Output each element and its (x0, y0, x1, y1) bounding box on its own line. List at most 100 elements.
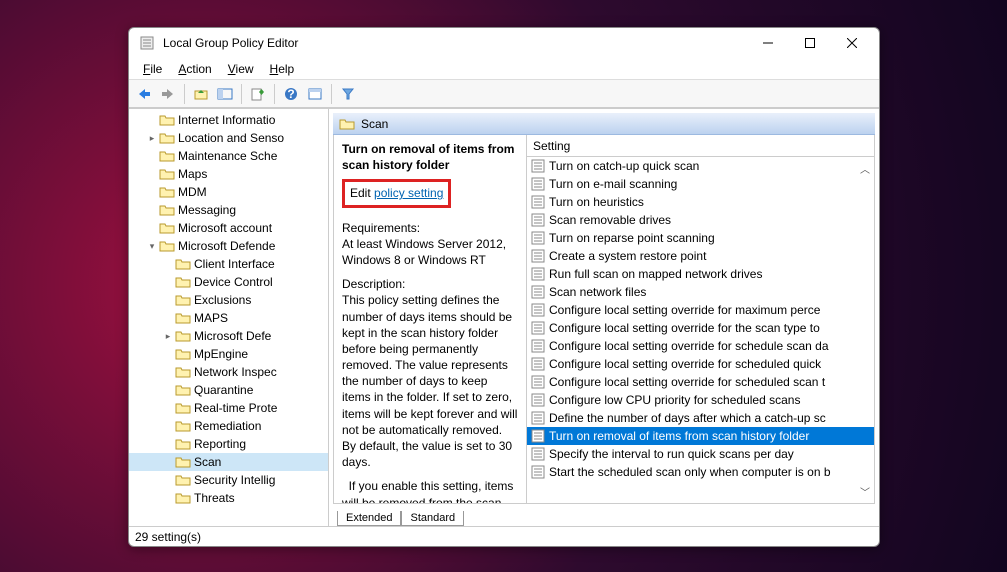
tree-node[interactable]: Quarantine (129, 381, 328, 399)
toolbar: ? (129, 80, 879, 108)
tree-node[interactable]: ▾Microsoft Defende (129, 237, 328, 255)
folder-icon (175, 437, 191, 451)
setting-row[interactable]: Configure local setting override for sch… (527, 373, 874, 391)
setting-label: Turn on reparse point scanning (549, 231, 715, 245)
maximize-button[interactable] (789, 28, 831, 58)
tree-node[interactable]: Client Interface (129, 255, 328, 273)
menubar: File Action View Help (129, 58, 879, 80)
setting-row[interactable]: Configure local setting override for sch… (527, 355, 874, 373)
forward-button[interactable] (157, 83, 179, 105)
tree-node[interactable]: Network Inspec (129, 363, 328, 381)
tree-node[interactable]: Messaging (129, 201, 328, 219)
svg-text:?: ? (287, 87, 294, 101)
setting-row[interactable]: Run full scan on mapped network drives (527, 265, 874, 283)
setting-row[interactable]: Turn on removal of items from scan histo… (527, 427, 874, 445)
show-hide-tree-button[interactable] (214, 83, 236, 105)
setting-row[interactable]: Scan network files (527, 283, 874, 301)
view-tabs: Extended Standard (333, 504, 875, 526)
tree-node[interactable]: ▸ Location and Senso (129, 129, 328, 147)
expand-icon[interactable]: ▸ (161, 331, 175, 342)
folder-icon (175, 329, 191, 343)
tree-node[interactable]: MAPS (129, 309, 328, 327)
expand-icon[interactable]: ▸ (145, 133, 159, 144)
tab-standard[interactable]: Standard (401, 511, 464, 526)
folder-icon (175, 419, 191, 433)
setting-row[interactable]: Specify the interval to run quick scans … (527, 445, 874, 463)
setting-label: Turn on catch-up quick scan (549, 159, 699, 173)
setting-row[interactable]: Configure local setting override for max… (527, 301, 874, 319)
setting-row[interactable]: Configure local setting override for sch… (527, 337, 874, 355)
setting-row[interactable]: Define the number of days after which a … (527, 409, 874, 427)
setting-row[interactable]: Start the scheduled scan only when compu… (527, 463, 874, 481)
setting-label: Specify the interval to run quick scans … (549, 447, 794, 461)
tree-node[interactable]: Internet Informatio (129, 111, 328, 129)
tree-node[interactable]: Reporting (129, 435, 328, 453)
tree-node[interactable]: MpEngine (129, 345, 328, 363)
folder-icon (175, 365, 191, 379)
edit-policy-link[interactable]: policy setting (374, 186, 443, 200)
settings-rows[interactable]: Turn on catch-up quick scan Turn on e-mai… (527, 157, 874, 503)
tree-label: Security Intellig (194, 473, 275, 487)
folder-icon (159, 131, 175, 145)
folder-icon (159, 203, 175, 217)
detail-body: Turn on removal of items from scan histo… (333, 135, 875, 504)
tab-extended[interactable]: Extended (337, 511, 401, 526)
folder-icon (175, 455, 191, 469)
tree-node[interactable]: Maintenance Sche (129, 147, 328, 165)
tree-node[interactable]: Security Intellig (129, 471, 328, 489)
tree-node[interactable]: Device Control (129, 273, 328, 291)
menu-view[interactable]: View (220, 60, 262, 78)
folder-icon (175, 491, 191, 505)
status-bar: 29 setting(s) (129, 526, 879, 546)
settings-column-header[interactable]: Setting (527, 135, 874, 157)
tree-label: Quarantine (194, 383, 253, 397)
menu-help[interactable]: Help (262, 60, 303, 78)
setting-row[interactable]: Create a system restore point (527, 247, 874, 265)
up-folder-button[interactable] (190, 83, 212, 105)
tree-label: Messaging (178, 203, 236, 217)
tree-node[interactable]: MDM (129, 183, 328, 201)
filter-button[interactable] (337, 83, 359, 105)
nav-tree[interactable]: Internet Informatio ▸ Location and Senso Ma… (129, 109, 329, 526)
settings-list-pane: Setting ︿ ﹀ Turn on catch-up quick scanT… (527, 135, 874, 503)
edit-label: Edit (350, 186, 374, 200)
setting-row[interactable]: Turn on catch-up quick scan (527, 157, 874, 175)
scroll-up-icon[interactable]: ︿ (858, 161, 872, 176)
setting-row[interactable]: Turn on heuristics (527, 193, 874, 211)
tree-node[interactable]: ▸Microsoft Defe (129, 327, 328, 345)
setting-row[interactable]: Scan removable drives (527, 211, 874, 229)
back-button[interactable] (133, 83, 155, 105)
tree-node[interactable]: Real-time Prote (129, 399, 328, 417)
edit-highlight: Edit policy setting (342, 179, 451, 207)
policy-icon (531, 231, 545, 245)
tree-label: MAPS (194, 311, 228, 325)
folder-icon (159, 239, 175, 253)
tree-node[interactable]: Microsoft account (129, 219, 328, 237)
tree-label: Location and Senso (178, 131, 284, 145)
tree-node[interactable]: Remediation (129, 417, 328, 435)
tree-node[interactable]: Scan (129, 453, 328, 471)
detail-pane: Scan Turn on removal of items from scan … (329, 109, 879, 526)
menu-action[interactable]: Action (170, 60, 219, 78)
menu-file[interactable]: File (135, 60, 170, 78)
setting-label: Configure low CPU priority for scheduled… (549, 393, 800, 407)
policy-icon (531, 267, 545, 281)
tree-node[interactable]: Exclusions (129, 291, 328, 309)
policy-icon (531, 177, 545, 191)
expand-icon[interactable]: ▾ (145, 241, 159, 252)
setting-row[interactable]: Configure local setting override for the… (527, 319, 874, 337)
help-button[interactable]: ? (280, 83, 302, 105)
minimize-button[interactable] (747, 28, 789, 58)
export-button[interactable] (247, 83, 269, 105)
setting-row[interactable]: Turn on reparse point scanning (527, 229, 874, 247)
setting-row[interactable]: Turn on e-mail scanning (527, 175, 874, 193)
folder-icon (175, 383, 191, 397)
setting-row[interactable]: Configure low CPU priority for scheduled… (527, 391, 874, 409)
tree-node[interactable]: Maps (129, 165, 328, 183)
close-button[interactable] (831, 28, 873, 58)
properties-button[interactable] (304, 83, 326, 105)
scroll-down-icon[interactable]: ﹀ (858, 484, 872, 499)
setting-label: Scan removable drives (549, 213, 671, 227)
tree-label: Scan (194, 455, 221, 469)
tree-node[interactable]: Threats (129, 489, 328, 507)
